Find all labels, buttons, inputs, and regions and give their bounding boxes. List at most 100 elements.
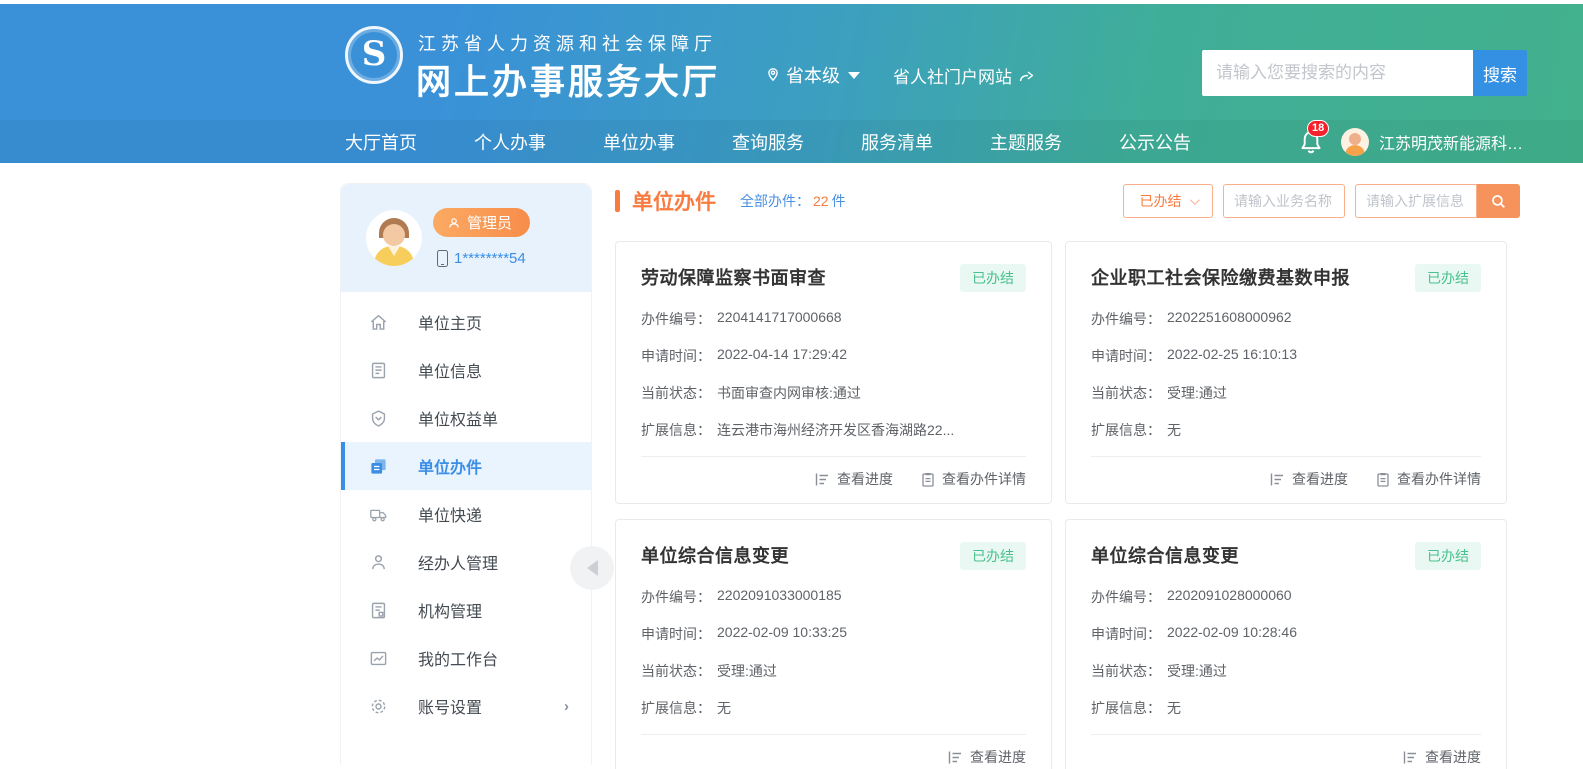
logo-letter: S <box>362 34 387 74</box>
sidebar-item-label: 单位主页 <box>418 310 482 334</box>
view-progress-label: 查看进度 <box>1425 747 1481 767</box>
case-card: 劳动保障监察书面审查 已办结 办件编号：2204141717000668 申请时… <box>615 241 1052 504</box>
sidebar-item-agent-mgmt[interactable]: 经办人管理 <box>341 538 591 586</box>
external-link-icon <box>1019 69 1036 83</box>
case-no-label: 办件编号： <box>641 309 711 329</box>
view-detail-link[interactable]: 查看办件详情 <box>921 469 1026 489</box>
search-input[interactable] <box>1202 50 1473 96</box>
current-status-label: 当前状态： <box>641 661 711 681</box>
progress-list-icon <box>948 750 963 765</box>
filter-bar: 已办结 <box>1123 184 1520 218</box>
nav-item-query[interactable]: 查询服务 <box>732 129 804 155</box>
case-no-value: 2202091028000060 <box>1167 587 1292 607</box>
user-avatar[interactable] <box>1341 128 1369 156</box>
nav-item-theme[interactable]: 主题服务 <box>990 129 1062 155</box>
sidebar-item-label: 经办人管理 <box>418 550 498 574</box>
case-no-label: 办件编号： <box>1091 309 1161 329</box>
home-icon <box>369 313 388 332</box>
truck-icon <box>369 505 388 524</box>
case-no-value: 2202251608000962 <box>1167 309 1292 329</box>
nav-item-service-list[interactable]: 服务清单 <box>861 129 933 155</box>
chevron-down-icon <box>848 72 860 79</box>
search-button[interactable]: 搜索 <box>1473 50 1527 96</box>
view-progress-label: 查看进度 <box>1292 469 1348 489</box>
view-progress-link[interactable]: 查看进度 <box>1403 747 1481 767</box>
sidebar-user-card: 管理员 1********54 <box>341 184 591 292</box>
notification-badge: 18 <box>1307 120 1329 137</box>
company-name[interactable]: 江苏明茂新能源科… <box>1379 130 1523 154</box>
phone-row: 1********54 <box>437 250 526 267</box>
view-progress-link[interactable]: 查看进度 <box>948 747 1026 767</box>
view-progress-label: 查看进度 <box>837 469 893 489</box>
apply-time-value: 2022-04-14 17:29:42 <box>717 346 847 366</box>
progress-list-icon <box>1270 472 1285 487</box>
notification-bell[interactable]: 18 <box>1299 129 1323 155</box>
case-card: 企业职工社会保险缴费基数申报 已办结 办件编号：2202251608000962… <box>1065 241 1507 504</box>
filter-search-button[interactable] <box>1477 184 1520 218</box>
view-detail-link[interactable]: 查看办件详情 <box>1376 469 1481 489</box>
sidebar-item-unit-express[interactable]: 单位快递 <box>341 490 591 538</box>
chevron-down-icon <box>1189 195 1199 205</box>
portal-link-label: 省人社门户网站 <box>893 63 1012 88</box>
nav-item-announcement[interactable]: 公示公告 <box>1119 129 1191 155</box>
sidebar-item-unit-home[interactable]: 单位主页 <box>341 298 591 346</box>
role-badge: 管理员 <box>433 208 530 237</box>
view-progress-link[interactable]: 查看进度 <box>1270 469 1348 489</box>
extended-info-input[interactable] <box>1355 184 1477 218</box>
sidebar-item-label: 机构管理 <box>418 598 482 622</box>
sidebar-item-workbench[interactable]: 我的工作台 <box>341 634 591 682</box>
sidebar-item-unit-cases[interactable]: 单位办件 <box>341 442 591 490</box>
sidebar-item-label: 单位信息 <box>418 358 482 382</box>
nav-user-area: 18 江苏明茂新能源科… <box>1299 128 1583 156</box>
current-status-value: 受理:通过 <box>717 661 777 681</box>
main-nav: 大厅首页 个人办事 单位办事 查询服务 服务清单 主题服务 公示公告 18 <box>0 120 1583 163</box>
status-badge: 已办结 <box>960 542 1026 570</box>
sidebar-item-label: 我的工作台 <box>418 646 498 670</box>
section-title: 单位办件 <box>632 186 716 216</box>
case-title: 单位综合信息变更 <box>1091 542 1239 568</box>
sidebar-item-label: 单位快递 <box>418 502 482 526</box>
nav-item-personal[interactable]: 个人办事 <box>474 129 546 155</box>
admin-badge-icon <box>447 216 461 230</box>
clipboard-icon <box>1376 472 1390 487</box>
case-card: 单位综合信息变更 已办结 办件编号：2202091028000060 申请时间：… <box>1065 519 1507 769</box>
nav-item-unit[interactable]: 单位办事 <box>603 129 675 155</box>
sidebar-item-unit-info[interactable]: 单位信息 <box>341 346 591 394</box>
apply-time-label: 申请时间： <box>1091 624 1161 644</box>
nav-item-home[interactable]: 大厅首页 <box>345 129 417 155</box>
case-title: 企业职工社会保险缴费基数申报 <box>1091 264 1350 290</box>
region-selector[interactable]: 省本级 <box>765 62 860 88</box>
current-status-label: 当前状态： <box>1091 383 1161 403</box>
ext-info-value: 无 <box>1167 420 1181 440</box>
person-icon <box>369 553 388 572</box>
location-pin-icon <box>765 67 781 83</box>
sidebar-item-org-mgmt[interactable]: 机构管理 <box>341 586 591 634</box>
case-title: 劳动保障监察书面审查 <box>641 264 826 290</box>
org-title: 江苏省人力资源和社会保障厅 <box>418 30 717 56</box>
role-badge-label: 管理员 <box>467 212 512 233</box>
ext-info-label: 扩展信息： <box>1091 420 1161 440</box>
portal-link[interactable]: 省人社门户网站 <box>893 63 1036 88</box>
sidebar-item-label: 单位权益单 <box>418 406 498 430</box>
view-detail-label: 查看办件详情 <box>1397 469 1481 489</box>
phone-number: 1********54 <box>454 250 526 267</box>
current-status-value: 书面审查内网审核:通过 <box>717 383 861 403</box>
site-logo: S <box>345 26 403 84</box>
sidebar-collapse-button[interactable] <box>570 546 614 590</box>
current-status-value: 受理:通过 <box>1167 661 1227 681</box>
sidebar: 管理员 1********54 单位主页 <box>340 183 592 765</box>
collapse-arrow-icon <box>587 560 598 576</box>
sidebar-item-account-settings[interactable]: 账号设置 › <box>341 682 591 730</box>
view-progress-link[interactable]: 查看进度 <box>815 469 893 489</box>
current-status-value: 受理:通过 <box>1167 383 1227 403</box>
apply-time-value: 2022-02-25 16:10:13 <box>1167 346 1297 366</box>
sidebar-item-label: 单位办件 <box>418 454 482 478</box>
cards-grid: 劳动保障监察书面审查 已办结 办件编号：2204141717000668 申请时… <box>615 241 1520 769</box>
sidebar-item-label: 账号设置 <box>418 694 482 718</box>
apply-time-label: 申请时间： <box>1091 346 1161 366</box>
sidebar-item-unit-rights[interactable]: 单位权益单 <box>341 394 591 442</box>
status-filter-select[interactable]: 已办结 <box>1123 184 1213 218</box>
business-name-input[interactable] <box>1223 184 1345 218</box>
chevron-right-icon: › <box>564 698 569 715</box>
header-search: 搜索 <box>1202 50 1527 96</box>
